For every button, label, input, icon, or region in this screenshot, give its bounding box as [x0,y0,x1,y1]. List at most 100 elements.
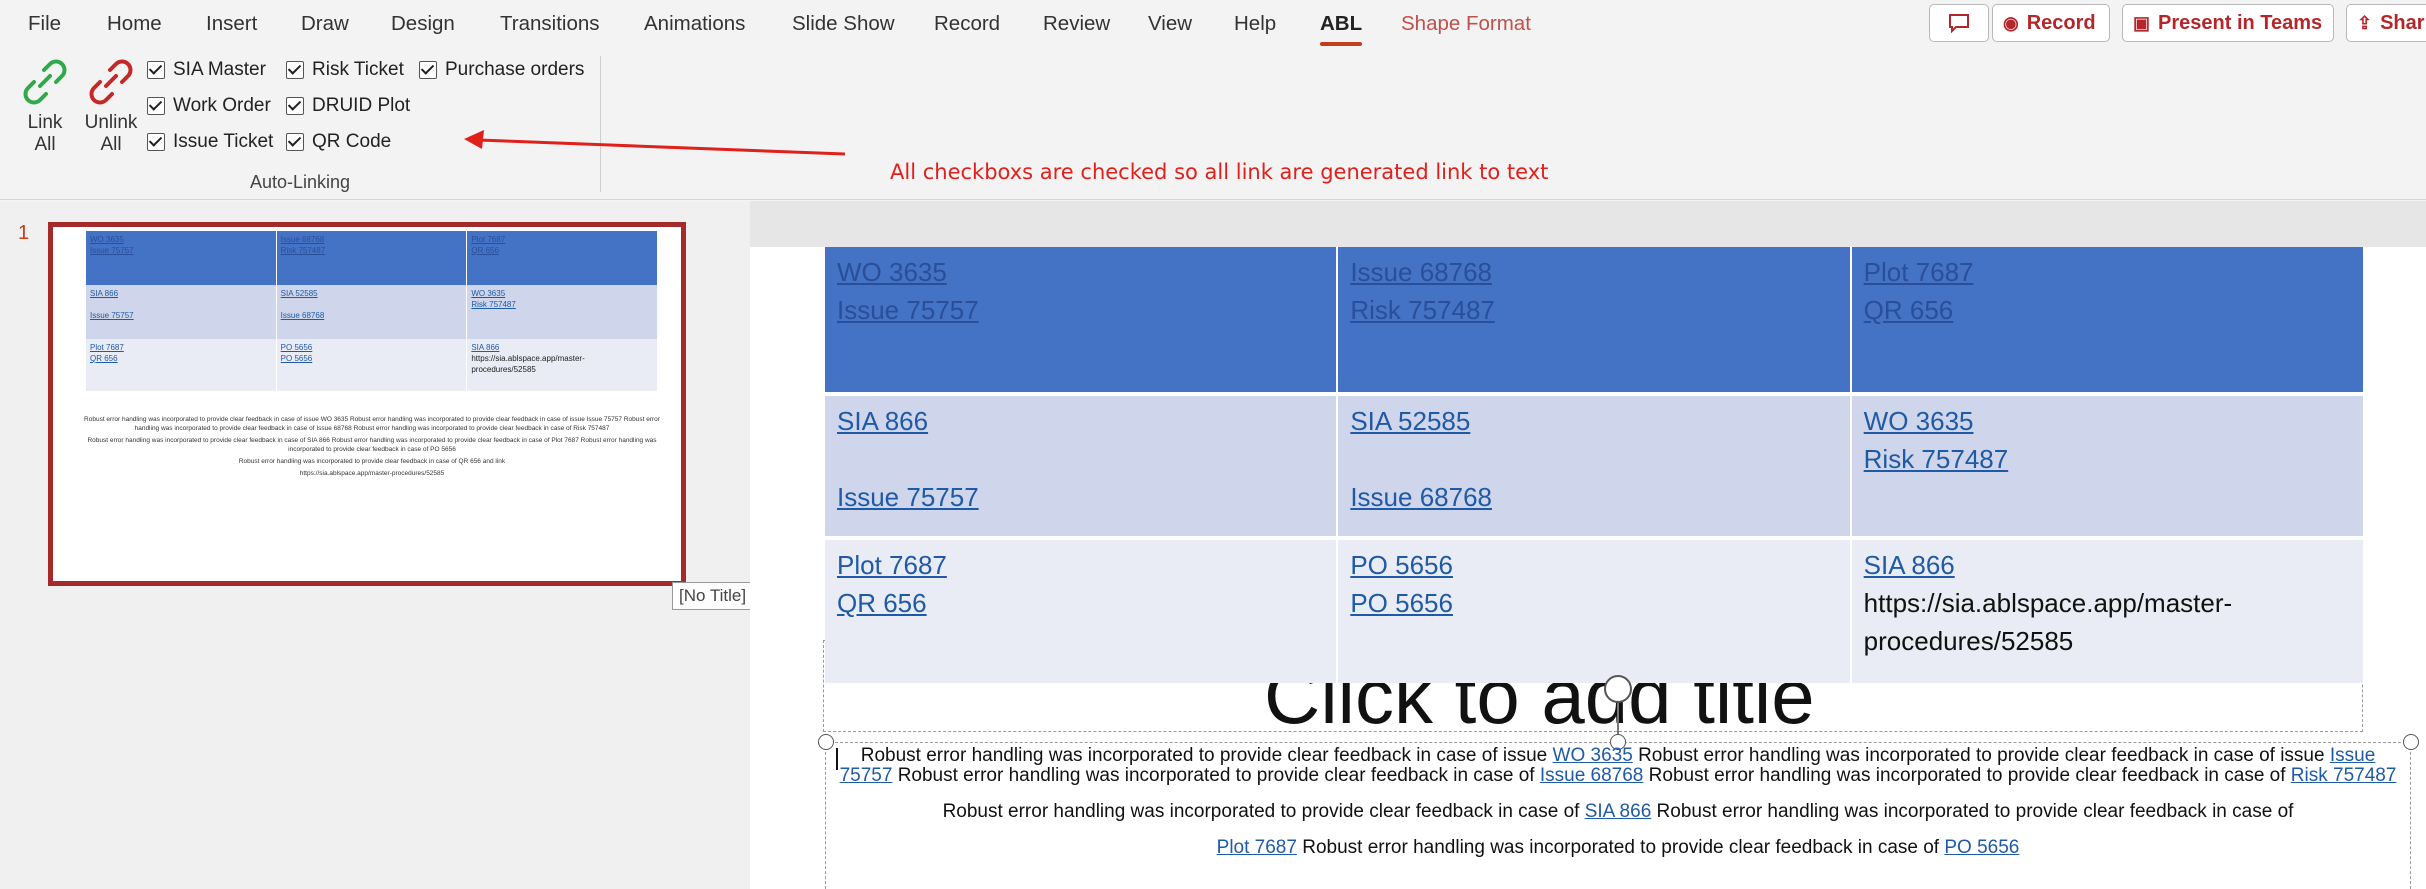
link-issue-68768[interactable]: Issue 68768 [1350,253,1837,291]
annotation-arrow [464,130,846,156]
group-separator [600,56,601,192]
thumbnail-table-row: SIA 866 Issue 75757 SIA 52585 Issue 68768 … [86,285,659,339]
table-cell[interactable]: WO 3635 Risk 757487 [1849,396,2363,536]
thumb-paragraph: https://sia.ablspace.app/master-procedur… [299,470,445,477]
link-all-button[interactable]: Link All [10,56,80,156]
table-cell[interactable]: PO 5656 PO 5656 [1336,540,1849,683]
checkbox-issue-ticket[interactable]: Issue Ticket [147,127,273,157]
checkbox-checked-icon[interactable] [286,61,304,79]
link-qr-656[interactable]: QR 656 [837,584,1324,622]
checkbox-checked-icon[interactable] [419,61,437,79]
tab-draw[interactable]: Draw [301,0,349,50]
thumb-paragraph: Robust error handling was incorporated t… [87,437,657,453]
checkbox-label: Issue Ticket [173,131,274,152]
checkbox-checked-icon[interactable] [147,61,165,79]
checkbox-label: Risk Ticket [312,59,404,80]
record-button-label: Record [2026,11,2096,34]
url-text-line1: https://sia.ablspace.app/master- [1863,588,2233,618]
checkbox-purchase-orders[interactable]: Purchase orders [419,55,584,85]
link-po-5656[interactable]: PO 5656 [1350,546,1837,584]
link-wo-3635[interactable]: WO 3635 [1864,402,2351,440]
comments-button[interactable] [1929,4,1989,42]
checkbox-risk-ticket[interactable]: Risk Ticket [286,55,404,85]
share-button[interactable]: ⇪ Shar [2346,4,2426,42]
link-risk-757487[interactable]: Risk 757487 [1350,291,1837,329]
record-icon: ◉ [2003,12,2019,33]
tab-insert[interactable]: Insert [206,0,257,50]
link-sia-866[interactable]: SIA 866 [1864,546,2351,584]
link-risk-757487[interactable]: Risk 757487 [1864,440,2351,478]
link-issue-68768[interactable]: Issue 68768 [1540,765,1644,786]
link-po-5656[interactable]: PO 5656 [1350,584,1837,622]
checkbox-sia-master[interactable]: SIA Master [147,55,266,85]
tab-animations[interactable]: Animations [644,0,745,50]
thumbnail-tooltip: [No Title] [672,582,754,610]
tab-slide-show[interactable]: Slide Show [792,0,895,50]
link-sia-866[interactable]: SIA 866 [837,402,1324,440]
tab-home[interactable]: Home [107,0,162,50]
unlink-all-button[interactable]: Unlink All [76,56,146,156]
body-text[interactable]: Robust error handling was incorporated t… [832,746,2404,858]
thumb-link: QR 656 [90,354,118,363]
body-text-run: Robust error handling was incorporated t… [1648,765,2291,786]
table-cell[interactable]: WO 3635 Issue 75757 [825,247,1336,392]
tab-design[interactable]: Design [391,0,455,50]
link-issue-75757[interactable]: Issue 75757 [837,291,1324,329]
link-qr-656[interactable]: QR 656 [1864,291,2351,329]
record-button[interactable]: ◉ Record [1992,4,2110,42]
link-sia-52585[interactable]: SIA 52585 [1350,402,1837,440]
tab-shape-format[interactable]: Shape Format [1401,0,1531,50]
thumbnail-table: WO 3635 Issue 75757 Issue 68768 Risk 75748… [86,231,659,391]
link-all-label-line1: Link [27,112,63,133]
thumbnail-table-header: WO 3635 Issue 75757 Issue 68768 Risk 75748… [86,231,659,285]
link-wo-3635[interactable]: WO 3635 [1553,745,1633,766]
tab-review[interactable]: Review [1043,0,1110,50]
thumb-link: PO 5656 [280,343,313,352]
link-po-5656[interactable]: PO 5656 [1944,837,2019,858]
checkbox-qr-code[interactable]: QR Code [286,127,391,157]
link-issue-75757[interactable]: Issue 75757 [837,478,1324,516]
link-plot-7687[interactable]: Plot 7687 [1864,253,2351,291]
checkbox-checked-icon[interactable] [286,97,304,115]
body-text-run: Robust error handling was incorporated t… [860,745,1553,766]
link-sia-866[interactable]: SIA 866 [1585,801,1652,822]
tab-file[interactable]: File [28,0,61,50]
checkbox-label: DRUID Plot [312,95,411,116]
link-wo-3635[interactable]: WO 3635 [837,253,1324,291]
tab-view[interactable]: View [1148,0,1192,50]
url-text-line2: procedures/52585 [1863,626,2074,656]
table-cell[interactable]: SIA 866 Issue 75757 [825,396,1336,536]
thumbnail-table-row: Plot 7687 QR 656 PO 5656 PO 5656 SIA 866 ht… [86,339,659,391]
slide-table[interactable]: WO 3635 Issue 75757 Issue 68768 Risk 757… [825,247,2363,683]
checkbox-druid-plot[interactable]: DRUID Plot [286,91,410,121]
thumb-paragraph: Robust error handling was incorporated t… [84,416,660,432]
checkbox-work-order[interactable]: Work Order [147,91,271,121]
table-cell[interactable]: SIA 866 https://sia.ablspace.app/master-… [1849,540,2363,683]
link-plot-7687[interactable]: Plot 7687 [1217,837,1297,858]
thumb-link: Issue 68768 [280,311,325,320]
table-cell[interactable]: Plot 7687 QR 656 [1849,247,2363,392]
tab-transitions[interactable]: Transitions [500,0,600,50]
table-cell[interactable]: Issue 68768 Risk 757487 [1336,247,1849,392]
tab-record[interactable]: Record [934,0,1000,50]
unlink-icon [89,59,133,105]
checkbox-checked-icon[interactable] [147,97,165,115]
rotate-handle-icon[interactable] [1604,675,1632,703]
link-plot-7687[interactable]: Plot 7687 [837,546,1324,584]
checkbox-checked-icon[interactable] [147,133,165,151]
body-text-run: Robust error handling was incorporated t… [1302,837,1945,858]
body-text-run: Robust error handling was incorporated t… [897,765,1540,786]
thumb-link: Risk 757487 [471,300,516,309]
table-cell[interactable]: SIA 52585 Issue 68768 [1336,396,1849,536]
tab-abl[interactable]: ABL [1320,0,1363,50]
thumb-link: SIA 52585 [280,289,318,298]
link-issue-68768[interactable]: Issue 68768 [1350,478,1837,516]
resize-handle-top-right[interactable] [2403,734,2419,750]
table-cell[interactable]: Plot 7687 QR 656 [825,540,1336,683]
slide-thumbnail[interactable]: WO 3635 Issue 75757 Issue 68768 Risk 75748… [48,222,686,586]
tab-help[interactable]: Help [1234,0,1276,50]
checkbox-checked-icon[interactable] [286,133,304,151]
present-in-teams-button[interactable]: ▣ Present in Teams [2122,4,2334,42]
link-risk-757487[interactable]: Risk 757487 [2291,765,2397,786]
thumb-link: WO 3635 [471,289,506,298]
